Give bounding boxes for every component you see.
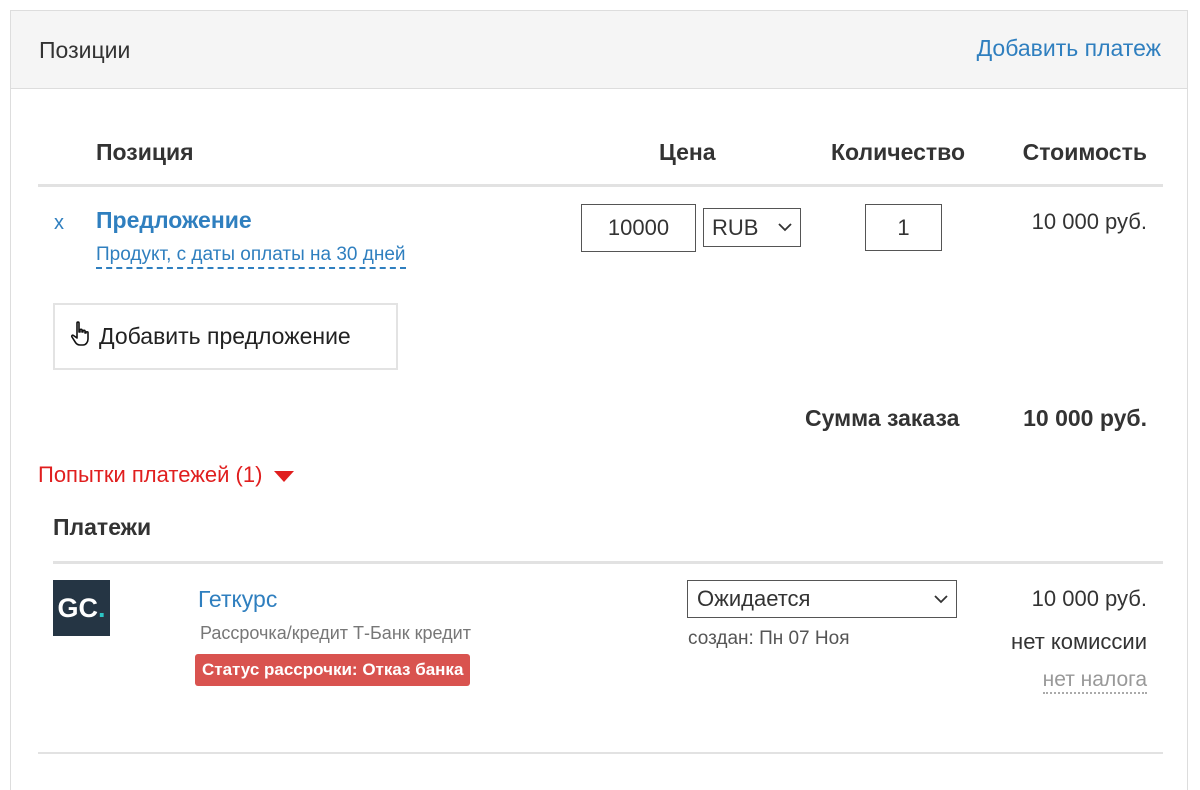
remove-item-button[interactable]: x	[54, 212, 64, 235]
payment-created-date: создан: Пн 07 Ноя	[688, 628, 850, 649]
payment-provider-link[interactable]: Геткурс	[198, 586, 277, 613]
row-divider	[38, 752, 1163, 754]
hand-pointer-icon	[69, 320, 99, 353]
currency-select[interactable]: RUB	[703, 208, 801, 247]
caret-down-icon	[274, 470, 295, 482]
chevron-down-icon	[934, 581, 948, 628]
add-offer-button[interactable]: Добавить предложение	[53, 303, 398, 370]
payment-commission: нет комиссии	[1011, 629, 1147, 654]
chevron-down-icon	[778, 209, 792, 257]
payment-tax-link[interactable]: нет налога	[1042, 668, 1147, 694]
offer-description-link[interactable]: Продукт, с даты оплаты на 30 дней	[96, 244, 406, 269]
column-header-cost: Стоимость	[1022, 139, 1147, 165]
header-divider	[38, 184, 1163, 187]
currency-value: RUB	[712, 215, 759, 240]
add-offer-label: Добавить предложение	[99, 323, 351, 349]
line-cost: 10 000 руб.	[1031, 209, 1147, 234]
payment-status-value: Ожидается	[697, 586, 811, 611]
payment-attempts-label: Попытки платежей (1)	[38, 462, 263, 487]
payment-amount: 10 000 руб.	[1031, 586, 1147, 611]
offer-name-link[interactable]: Предложение	[96, 207, 252, 234]
payment-status-select[interactable]: Ожидается	[687, 580, 957, 618]
payment-attempts-toggle[interactable]: Попытки платежей (1)	[38, 462, 295, 488]
order-total-value: 10 000 руб.	[1023, 405, 1147, 431]
column-header-position: Позиция	[96, 139, 194, 165]
column-header-price: Цена	[659, 139, 716, 165]
logo-dot: .	[97, 592, 106, 623]
add-payment-link[interactable]: Добавить платеж	[977, 35, 1161, 62]
column-header-quantity: Количество	[831, 139, 966, 165]
payments-divider	[53, 561, 1163, 564]
payments-title: Платежи	[53, 514, 152, 540]
panel-title: Позиции	[39, 37, 131, 63]
quantity-input[interactable]: 1	[865, 204, 942, 251]
logo-text: GC	[57, 592, 98, 623]
positions-panel: Позиции Добавить платеж	[10, 10, 1188, 790]
panel-header: Позиции Добавить платеж	[11, 11, 1187, 89]
order-total-label: Сумма заказа	[805, 405, 960, 431]
installment-status-badge: Статус рассрочки: Отказ банка	[195, 654, 471, 686]
payment-method: Рассрочка/кредит Т-Банк кредит	[200, 623, 471, 643]
price-input[interactable]: 10000	[581, 204, 696, 252]
getcourse-logo: GC.	[53, 580, 110, 636]
